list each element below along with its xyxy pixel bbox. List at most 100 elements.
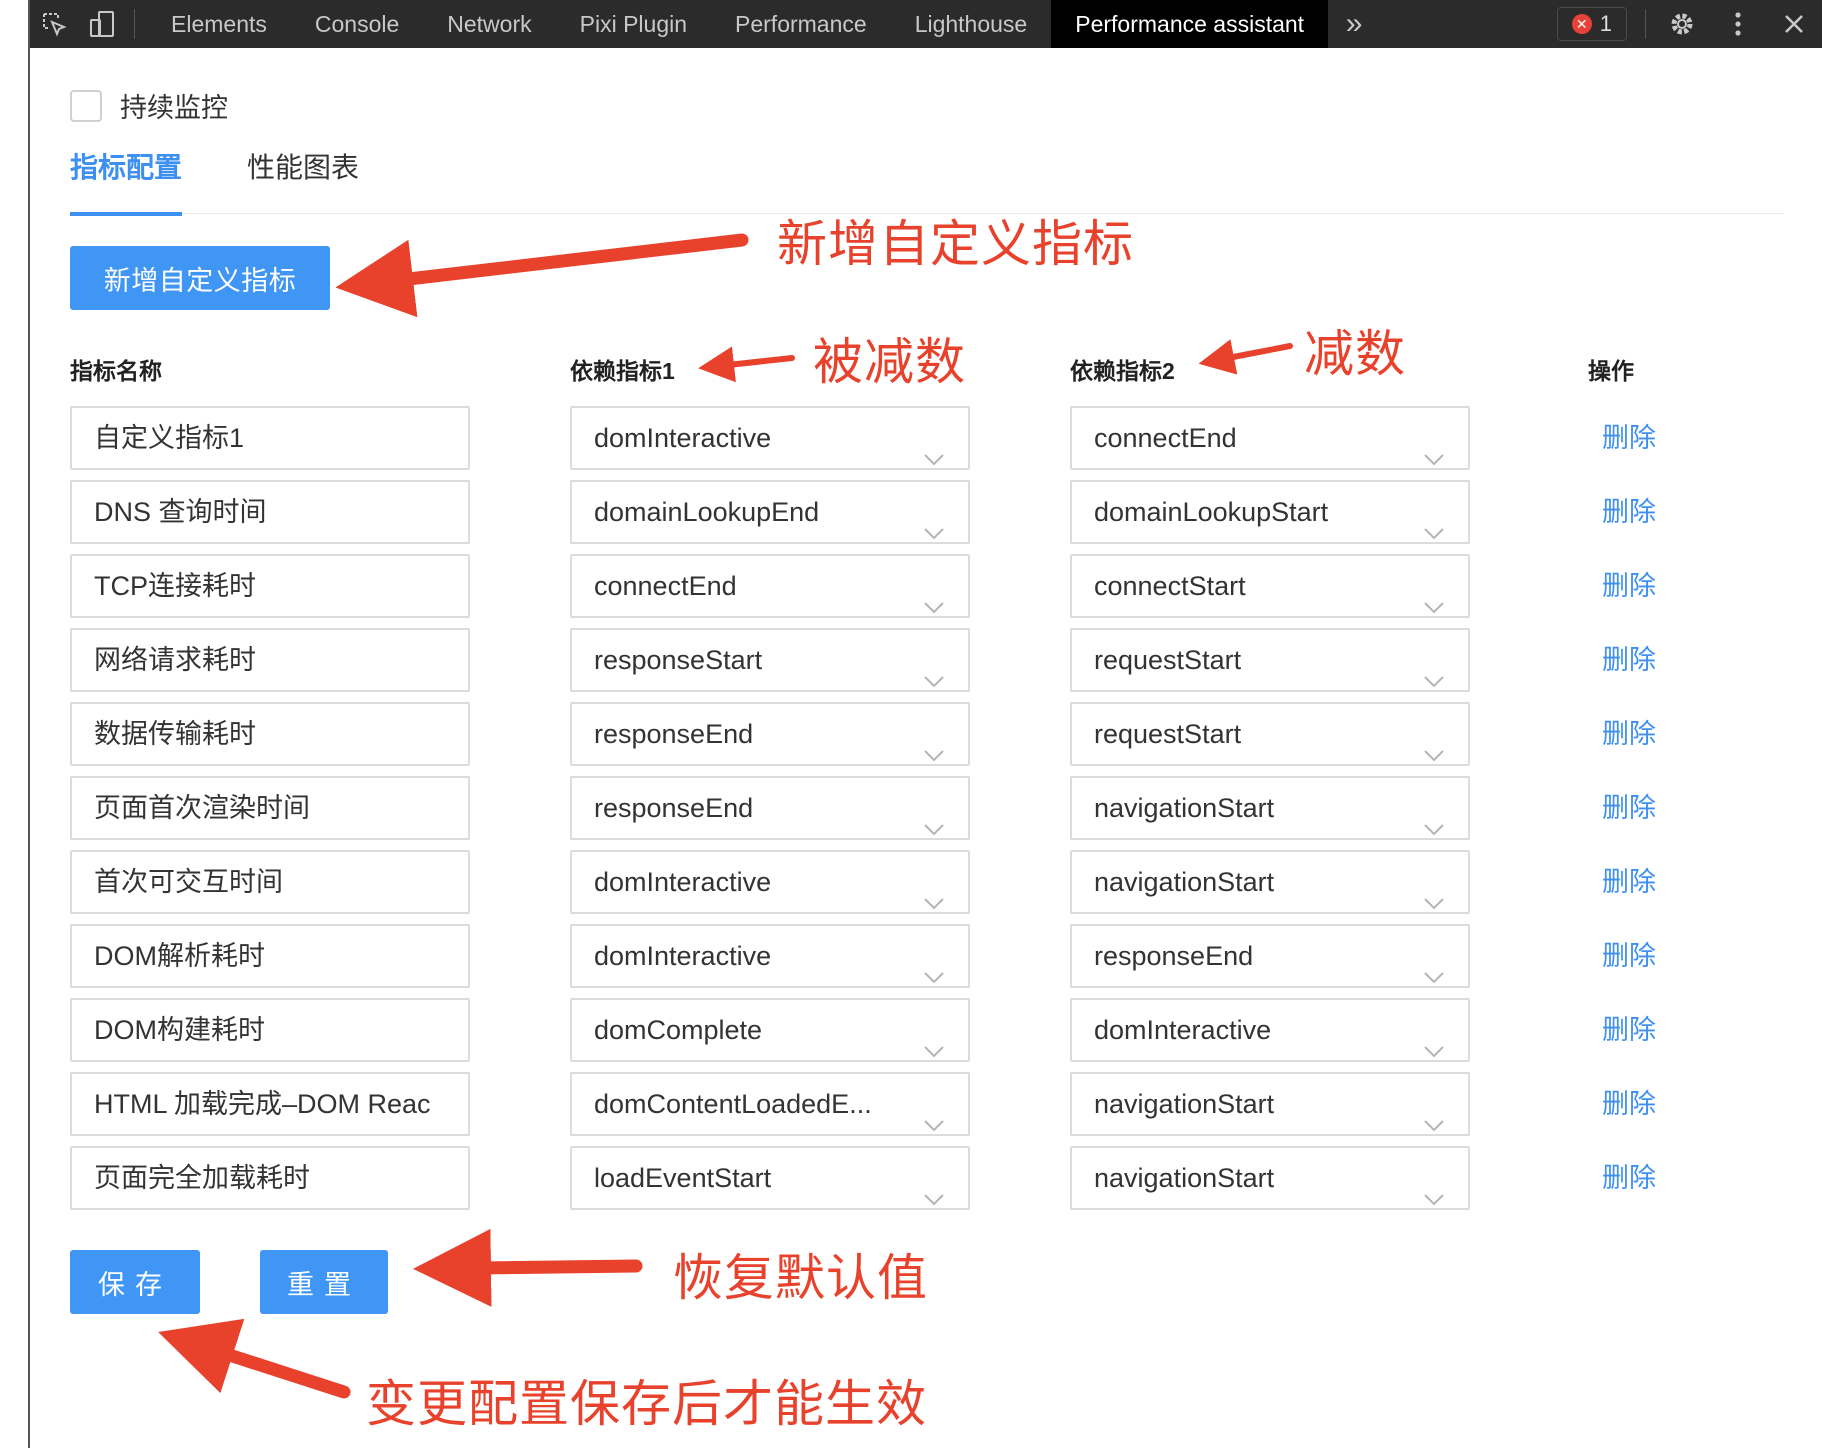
metric-name-input[interactable]: 首次可交互时间 xyxy=(70,850,470,914)
delete-link[interactable]: 删除 xyxy=(1602,554,1656,618)
dependency-1-value: domContentLoadedE... xyxy=(594,1089,872,1119)
column-header-metric-name: 指标名称 xyxy=(70,358,162,384)
dependency-2-select[interactable]: navigationStart xyxy=(1070,1072,1470,1136)
chevron-down-icon xyxy=(922,1020,946,1058)
tab-performance-chart[interactable]: 性能图表 xyxy=(247,142,359,214)
dependency-2-select[interactable]: responseEnd xyxy=(1070,924,1470,988)
metric-name-input[interactable]: 页面首次渲染时间 xyxy=(70,776,470,840)
save-button[interactable]: 保存 xyxy=(70,1250,200,1314)
metric-name-input[interactable]: 网络请求耗时 xyxy=(70,628,470,692)
continuous-monitor-option[interactable]: 持续监控 xyxy=(70,86,228,125)
metric-name-input[interactable]: HTML 加载完成–DOM Reac xyxy=(70,1072,470,1136)
table-row: TCP连接耗时 connectEnd connectStart 删除 xyxy=(0,554,1822,618)
dependency-1-select[interactable]: domInteractive xyxy=(570,924,970,988)
device-toolbar-icon[interactable] xyxy=(78,0,126,48)
dependency-2-select[interactable]: connectStart xyxy=(1070,554,1470,618)
table-row: 页面完全加载耗时 loadEventStart navigationStart 删除 xyxy=(0,1146,1822,1210)
chevron-down-icon xyxy=(1422,650,1446,688)
chevron-down-icon xyxy=(922,798,946,836)
delete-link[interactable]: 删除 xyxy=(1602,702,1656,766)
dependency-2-select[interactable]: navigationStart xyxy=(1070,850,1470,914)
annotation-restore-defaults: 恢复默认值 xyxy=(673,1250,928,1306)
add-custom-metric-button[interactable]: 新增自定义指标 xyxy=(70,246,330,310)
toolbar-right-controls: ✕ 1 xyxy=(1556,0,1822,48)
arrow-to-reset-button xyxy=(413,1228,643,1307)
metric-name-input[interactable]: 页面完全加载耗时 xyxy=(70,1146,470,1210)
dependency-2-value: navigationStart xyxy=(1094,1163,1275,1193)
tab-pixi-plugin[interactable]: Pixi Plugin xyxy=(556,0,711,48)
dependency-1-value: domInteractive xyxy=(594,423,772,453)
delete-link[interactable]: 删除 xyxy=(1602,850,1656,914)
reset-button[interactable]: 重置 xyxy=(260,1250,388,1314)
delete-link[interactable]: 删除 xyxy=(1602,406,1656,470)
chevron-down-icon xyxy=(1422,872,1446,910)
dependency-2-value: navigationStart xyxy=(1094,867,1275,897)
dependency-2-select[interactable]: domainLookupStart xyxy=(1070,480,1470,544)
dependency-1-select[interactable]: loadEventStart xyxy=(570,1146,970,1210)
chevron-down-icon xyxy=(922,576,946,614)
dependency-1-select[interactable]: responseEnd xyxy=(570,702,970,766)
dependency-2-value: navigationStart xyxy=(1094,793,1275,823)
dependency-2-select[interactable]: requestStart xyxy=(1070,628,1470,692)
dependency-1-select[interactable]: domainLookupEnd xyxy=(570,480,970,544)
tab-lighthouse[interactable]: Lighthouse xyxy=(891,0,1052,48)
continuous-monitor-checkbox[interactable] xyxy=(70,89,102,122)
dependency-1-value: domComplete xyxy=(594,1015,763,1045)
error-icon: ✕ xyxy=(1571,14,1592,34)
delete-link[interactable]: 删除 xyxy=(1602,1146,1656,1210)
tab-performance[interactable]: Performance xyxy=(711,0,891,48)
delete-link[interactable]: 删除 xyxy=(1602,998,1656,1062)
chevron-down-icon xyxy=(922,650,946,688)
error-count: 1 xyxy=(1599,11,1612,36)
chevron-down-icon xyxy=(922,872,946,910)
metric-name-input[interactable]: DOM解析耗时 xyxy=(70,924,470,988)
dependency-2-value: domInteractive xyxy=(1094,1015,1272,1045)
delete-link[interactable]: 删除 xyxy=(1602,776,1656,840)
tab-network[interactable]: Network xyxy=(423,0,555,48)
tab-metric-config[interactable]: 指标配置 xyxy=(70,142,183,216)
table-row: DOM构建耗时 domComplete domInteractive 删除 xyxy=(0,998,1822,1062)
dependency-1-select[interactable]: domInteractive xyxy=(570,406,970,470)
dependency-1-value: domInteractive xyxy=(594,941,772,971)
delete-link[interactable]: 删除 xyxy=(1602,480,1656,544)
error-counter-button[interactable]: ✕ 1 xyxy=(1556,7,1627,41)
close-icon[interactable] xyxy=(1766,0,1822,48)
dependency-2-select[interactable]: navigationStart xyxy=(1070,1146,1470,1210)
dependency-2-select[interactable]: navigationStart xyxy=(1070,776,1470,840)
annotation-add-metric: 新增自定义指标 xyxy=(777,216,1134,272)
chevron-down-icon xyxy=(1422,576,1446,614)
metric-name-input[interactable]: DNS 查询时间 xyxy=(70,480,470,544)
dependency-1-select[interactable]: domComplete xyxy=(570,998,970,1062)
dependency-1-select[interactable]: domInteractive xyxy=(570,850,970,914)
metric-name-input[interactable]: DOM构建耗时 xyxy=(70,998,470,1062)
kebab-menu-icon[interactable] xyxy=(1710,0,1766,48)
dependency-1-select[interactable]: domContentLoadedE... xyxy=(570,1072,970,1136)
metric-name-input[interactable]: 自定义指标1 xyxy=(70,406,470,470)
inspect-element-icon[interactable] xyxy=(30,0,78,48)
dependency-2-select[interactable]: domInteractive xyxy=(1070,998,1470,1062)
table-row: HTML 加载完成–DOM Reac domContentLoadedE... na… xyxy=(0,1072,1822,1136)
dependency-2-value: connectStart xyxy=(1094,571,1246,601)
toolbar-separator xyxy=(134,9,135,39)
metric-name-input[interactable]: TCP连接耗时 xyxy=(70,554,470,618)
settings-gear-icon[interactable] xyxy=(1654,0,1710,48)
chevron-down-icon xyxy=(922,946,946,984)
tab-performance-assistant[interactable]: Performance assistant xyxy=(1051,0,1329,48)
dependency-1-value: responseEnd xyxy=(594,719,754,749)
delete-link[interactable]: 删除 xyxy=(1602,1072,1656,1136)
dependency-2-select[interactable]: requestStart xyxy=(1070,702,1470,766)
delete-link[interactable]: 删除 xyxy=(1602,628,1656,692)
dependency-1-value: responseEnd xyxy=(594,793,754,823)
dependency-1-select[interactable]: responseStart xyxy=(570,628,970,692)
metric-name-input[interactable]: 数据传输耗时 xyxy=(70,702,470,766)
dependency-1-select[interactable]: responseEnd xyxy=(570,776,970,840)
dependency-1-select[interactable]: connectEnd xyxy=(570,554,970,618)
chevron-down-icon xyxy=(1422,502,1446,540)
tab-elements[interactable]: Elements xyxy=(147,0,291,48)
chevron-down-icon xyxy=(1422,1020,1446,1058)
arrow-to-dependency-2 xyxy=(1198,339,1293,375)
delete-link[interactable]: 删除 xyxy=(1602,924,1656,988)
tab-console[interactable]: Console xyxy=(291,0,423,48)
more-tabs-icon[interactable]: » xyxy=(1328,0,1380,48)
dependency-2-select[interactable]: connectEnd xyxy=(1070,406,1470,470)
